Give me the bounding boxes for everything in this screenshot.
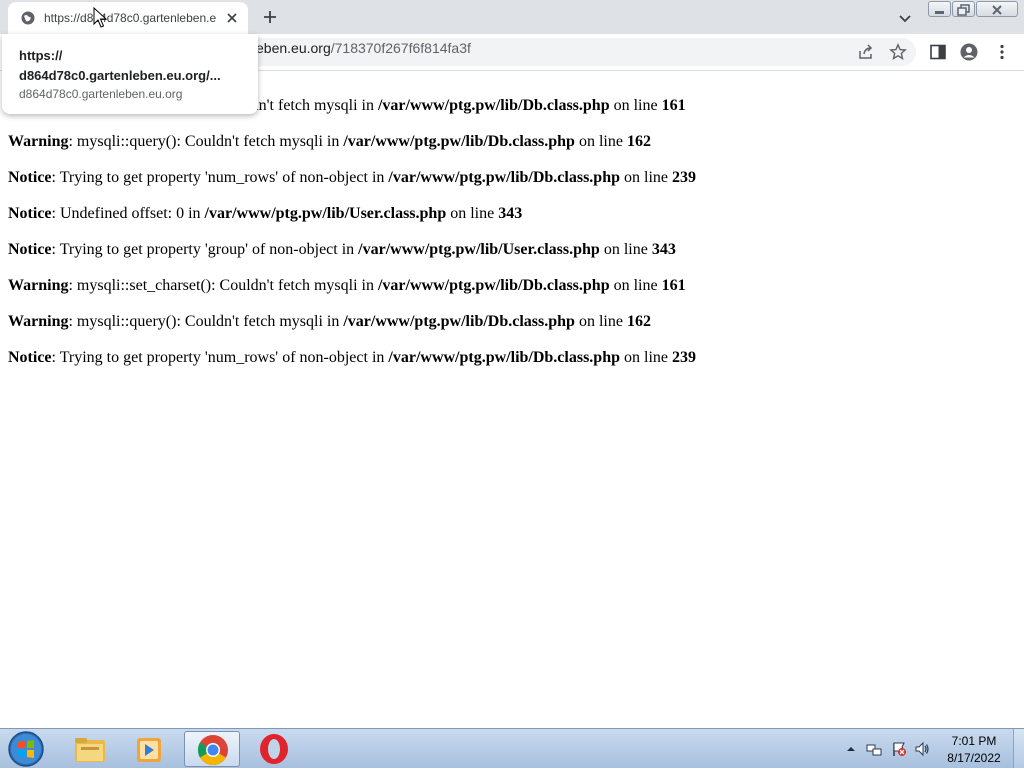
restore-icon xyxy=(957,4,970,16)
message-level: Warning xyxy=(8,133,69,150)
message-file-path: /var/www/ptg.pw/lib/Db.class.php xyxy=(388,349,620,366)
network-icon[interactable] xyxy=(866,741,882,757)
mouse-cursor-icon xyxy=(93,7,107,28)
chrome-icon xyxy=(197,735,228,766)
opera-icon xyxy=(260,734,288,764)
minimize-button[interactable] xyxy=(928,1,951,17)
close-icon xyxy=(992,5,1002,15)
message-file-path: /var/www/ptg.pw/lib/Db.class.php xyxy=(343,313,575,330)
php-error-message: Notice: Trying to get property 'num_rows… xyxy=(8,168,1008,204)
error-message-list: Warning: mysqli::set_charset(): Couldn't… xyxy=(8,96,1008,384)
message-on-line-label: on line xyxy=(599,241,652,258)
message-on-line-label: on line xyxy=(609,97,662,114)
new-tab-icon[interactable] xyxy=(261,8,279,26)
message-line-number: 343 xyxy=(651,241,676,258)
media-player-icon xyxy=(137,738,161,762)
hover-card-title-line1: https:// xyxy=(19,48,63,63)
more-menu-icon[interactable] xyxy=(993,43,1011,61)
volume-icon[interactable] xyxy=(914,741,930,757)
message-on-line-label: on line xyxy=(574,313,627,330)
message-level: Notice xyxy=(8,205,52,222)
clock-time: 7:01 PM xyxy=(951,734,997,748)
message-file-path: /var/www/ptg.pw/lib/Db.class.php xyxy=(388,169,620,186)
file-explorer-icon xyxy=(75,738,105,762)
message-file-path: /var/www/ptg.pw/lib/Db.class.php xyxy=(343,133,575,150)
show-desktop-button[interactable] xyxy=(1013,729,1024,768)
taskbar-app-media-player[interactable] xyxy=(122,731,178,767)
message-line-number: 161 xyxy=(661,97,686,114)
hover-card-title-line2: d864d78c0.gartenleben.eu.org/... xyxy=(19,68,221,83)
message-on-line-label: on line xyxy=(574,133,627,150)
message-level: Warning xyxy=(8,277,69,294)
clock-date: 8/17/2022 xyxy=(947,751,1001,765)
message-level: Notice xyxy=(8,241,52,258)
message-file-path: /var/www/ptg.pw/lib/Db.class.php xyxy=(377,97,610,114)
message-text: : mysqli::query(): Couldn't fetch mysqli… xyxy=(68,313,344,330)
taskbar: 7:01 PM 8/17/2022 xyxy=(0,728,1024,768)
globe-icon xyxy=(21,11,35,25)
message-text: : Trying to get property 'num_rows' of n… xyxy=(51,169,389,186)
message-text: : Trying to get property 'num_rows' of n… xyxy=(51,349,389,366)
show-hidden-icons-icon[interactable] xyxy=(843,741,859,757)
bookmark-star-icon[interactable] xyxy=(889,43,907,61)
browser-tab[interactable]: https://d864d78c0.gartenleben.eu.org/718… xyxy=(8,2,248,34)
message-level: Notice xyxy=(8,169,52,186)
message-line-number: 239 xyxy=(672,349,696,366)
tab-title: https://d864d78c0.gartenleben.eu.org/718… xyxy=(44,11,216,25)
message-on-line-label: on line xyxy=(609,277,662,294)
message-line-number: 343 xyxy=(498,205,523,222)
action-center-flag-icon[interactable] xyxy=(891,741,907,757)
message-level: Warning xyxy=(8,313,69,330)
restore-button[interactable] xyxy=(952,1,975,17)
php-error-message: Notice: Undefined offset: 0 in /var/www/… xyxy=(8,204,1008,240)
taskbar-app-file-explorer[interactable] xyxy=(62,731,118,767)
message-file-path: /var/www/ptg.pw/lib/Db.class.php xyxy=(377,277,610,294)
php-error-message: Notice: Trying to get property 'num_rows… xyxy=(8,348,1008,384)
message-file-path: /var/www/ptg.pw/lib/User.class.php xyxy=(358,241,600,258)
url-path: /718370f267f6f814fa3f xyxy=(330,40,471,56)
php-error-message: Warning: mysqli::set_charset(): Couldn't… xyxy=(8,276,1008,312)
message-text: : mysqli::query(): Couldn't fetch mysqli… xyxy=(68,133,344,150)
profile-avatar-icon[interactable] xyxy=(960,43,978,61)
tab-hover-card: https:// d864d78c0.gartenleben.eu.org/..… xyxy=(2,34,258,114)
hover-card-domain: d864d78c0.gartenleben.eu.org xyxy=(19,87,183,101)
tab-strip: https://d864d78c0.gartenleben.eu.org/718… xyxy=(0,0,1024,34)
php-error-message: Notice: Trying to get property 'group' o… xyxy=(8,240,1008,276)
message-text: : Trying to get property 'group' of non-… xyxy=(51,241,359,258)
message-on-line-label: on line xyxy=(446,205,499,222)
start-button[interactable] xyxy=(7,730,45,768)
message-line-number: 162 xyxy=(626,133,651,150)
message-file-path: /var/www/ptg.pw/lib/User.class.php xyxy=(204,205,447,222)
message-on-line-label: on line xyxy=(620,349,672,366)
php-error-message: Warning: mysqli::query(): Couldn't fetch… xyxy=(8,132,1008,168)
php-error-message: Warning: mysqli::query(): Couldn't fetch… xyxy=(8,312,1008,348)
message-line-number: 161 xyxy=(661,277,686,294)
message-on-line-label: on line xyxy=(620,169,672,186)
close-window-button[interactable] xyxy=(976,1,1018,17)
hover-card-title: https:// d864d78c0.gartenleben.eu.org/..… xyxy=(19,46,249,86)
taskbar-app-opera[interactable] xyxy=(246,731,302,767)
share-icon[interactable] xyxy=(857,43,875,61)
minimize-icon xyxy=(935,11,944,14)
address-bar-url[interactable]: eben.eu.org/718370f267f6f814fa3f xyxy=(256,40,471,56)
message-line-number: 162 xyxy=(626,313,651,330)
message-line-number: 239 xyxy=(672,169,696,186)
side-panel-icon[interactable] xyxy=(929,43,947,61)
close-tab-icon[interactable] xyxy=(225,11,239,25)
message-level: Notice xyxy=(8,349,52,366)
taskbar-app-chrome[interactable] xyxy=(184,731,240,767)
message-text: : Undefined offset: 0 in xyxy=(51,205,205,222)
url-host: eben.eu.org xyxy=(256,40,331,56)
tab-search-chevron-icon[interactable] xyxy=(897,10,913,26)
message-text: : mysqli::set_charset(): Couldn't fetch … xyxy=(68,277,378,294)
